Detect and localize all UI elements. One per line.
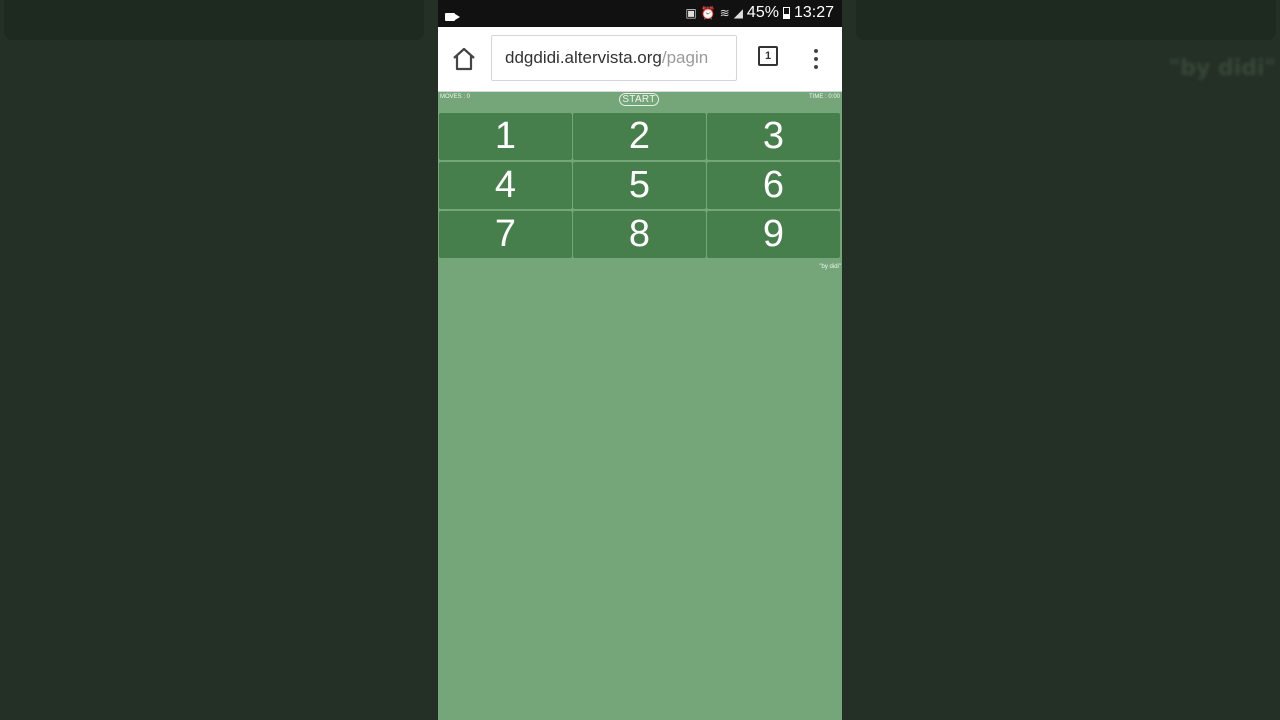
wifi-icon: ≋ (719, 6, 730, 20)
background-card (4, 0, 424, 40)
tile[interactable]: 4 (439, 162, 572, 209)
cast-icon: ▣ (685, 6, 697, 20)
battery-icon (782, 7, 790, 19)
tile[interactable]: 1 (439, 113, 572, 160)
tile[interactable]: 6 (707, 162, 840, 209)
tile-grid: 1 2 3 4 5 6 7 8 9 (439, 113, 842, 260)
tile[interactable]: 2 (573, 113, 706, 160)
time-counter: TIME : 0:00 (808, 94, 840, 100)
phone-screen: ▣ ⏰ ≋ ◢ 45% 13:27 ddgdidi.altervista.org… (438, 0, 842, 720)
credit-text: "by didi" (819, 264, 841, 270)
alarm-icon: ⏰ (700, 6, 716, 20)
tile[interactable]: 9 (707, 211, 840, 258)
browser-toolbar: ddgdidi.altervista.org/pagin 1 (438, 27, 842, 92)
tile[interactable]: 3 (707, 113, 840, 160)
signal-icon: ◢ (733, 6, 743, 20)
game-area: MOVES : 0 START TIME : 0:00 1 2 3 4 5 6 … (438, 92, 842, 720)
address-bar[interactable]: ddgdidi.altervista.org/pagin (491, 35, 737, 81)
background-card (856, 0, 1276, 40)
url-path: /pagin (661, 48, 709, 67)
battery-percent: 45% (746, 4, 779, 21)
home-icon[interactable] (451, 47, 477, 71)
start-button[interactable]: START (619, 93, 659, 106)
overflow-menu-icon[interactable] (810, 49, 822, 69)
clock: 13:27 (793, 4, 834, 21)
moves-counter: MOVES : 0 (440, 94, 471, 100)
tile[interactable]: 7 (439, 211, 572, 258)
background-credit: "by didi" (1168, 56, 1276, 81)
status-bar: ▣ ⏰ ≋ ◢ 45% 13:27 (438, 0, 842, 27)
tile[interactable]: 8 (573, 211, 706, 258)
tab-switcher-button[interactable]: 1 (758, 46, 778, 66)
url-host: ddgdidi.altervista.org (505, 48, 662, 67)
tile[interactable]: 5 (573, 162, 706, 209)
background-right-panel: "by didi" (842, 0, 1280, 720)
video-recording-icon (445, 13, 460, 21)
background-left-panel (0, 0, 438, 720)
